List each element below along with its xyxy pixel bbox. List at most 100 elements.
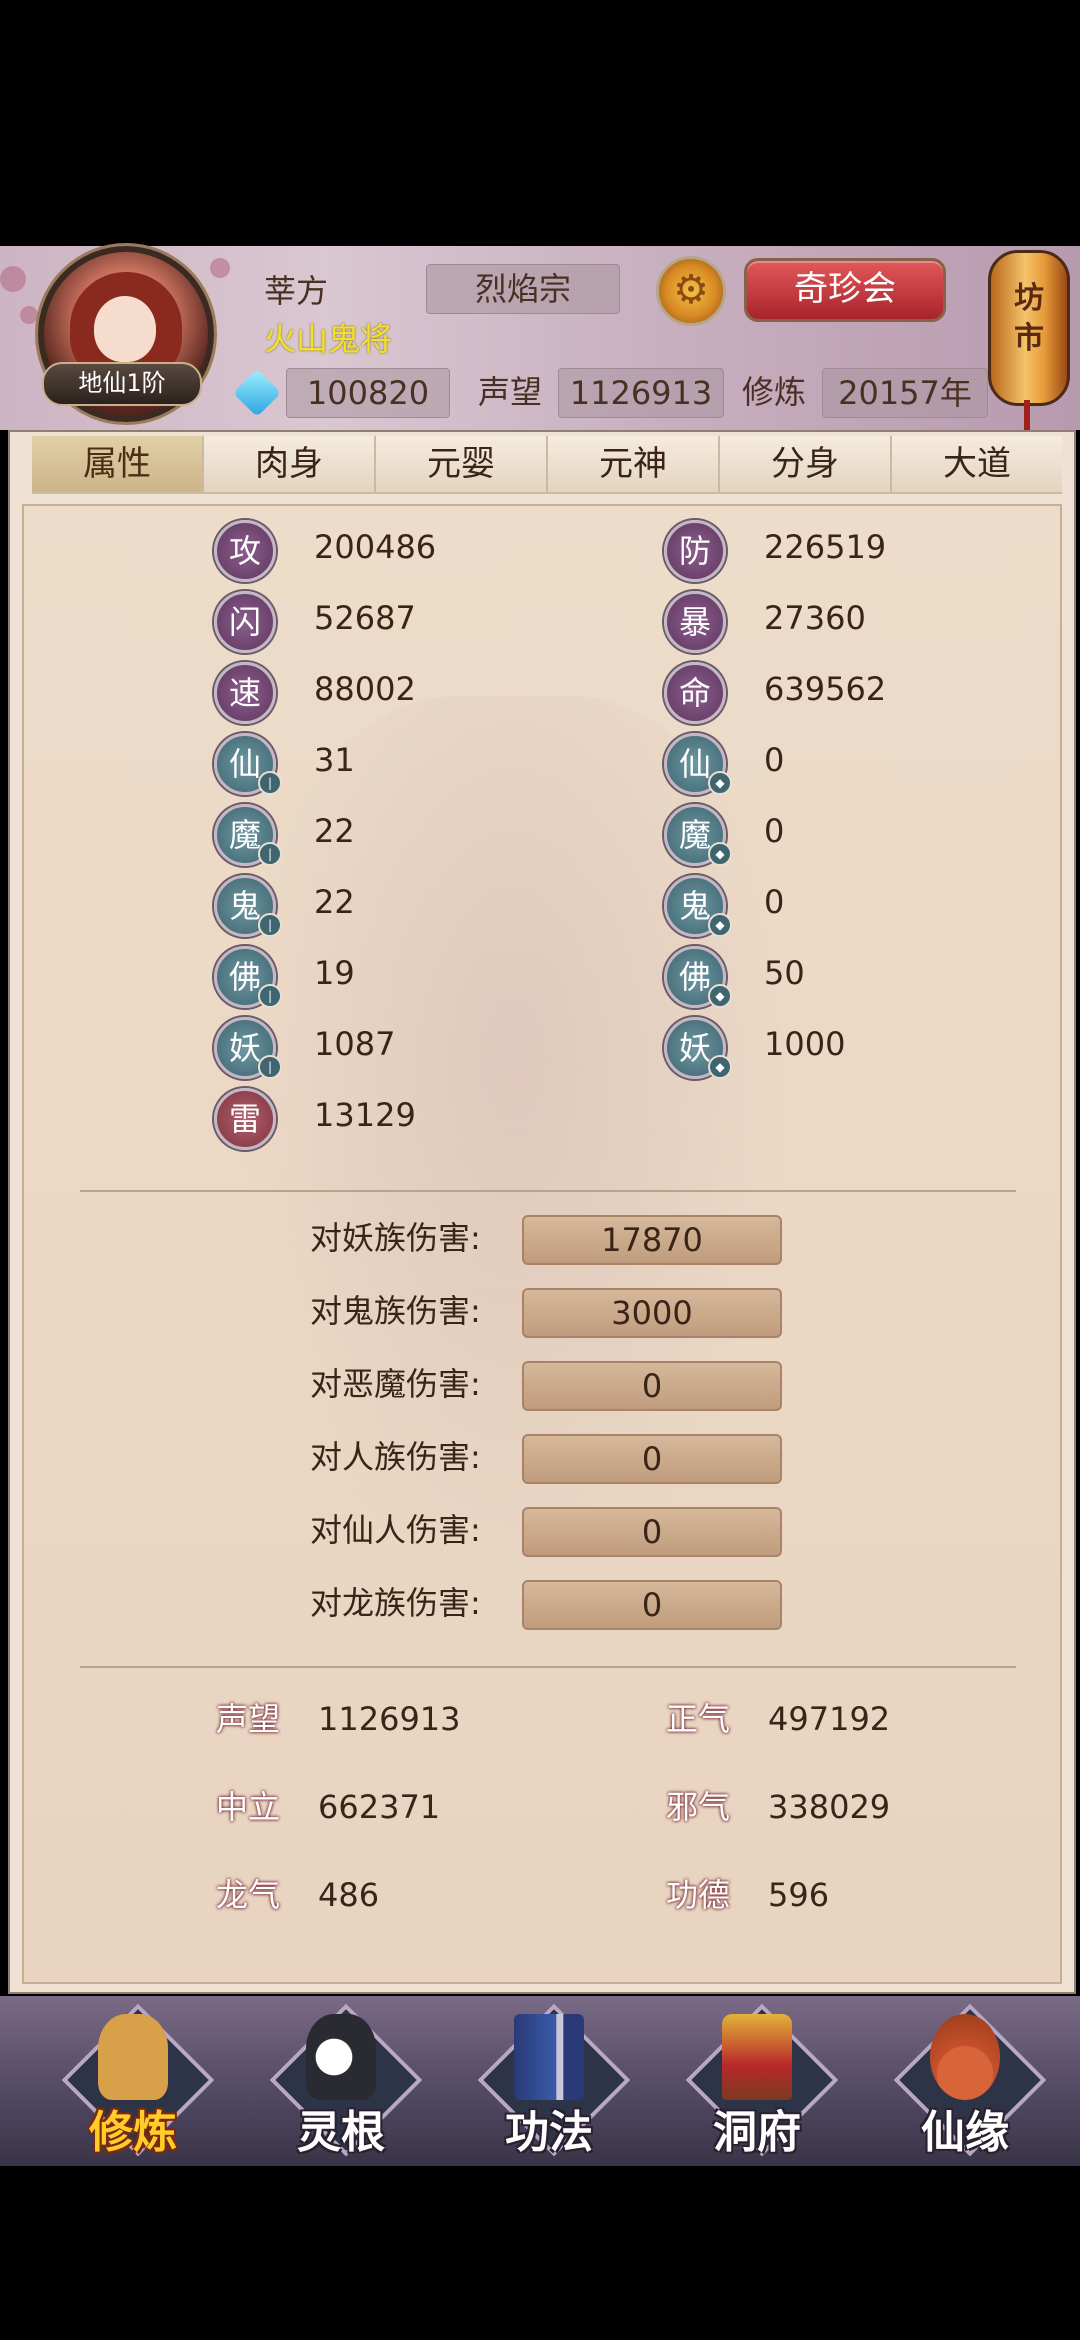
nav-cultivate[interactable]: 修炼	[58, 2003, 215, 2158]
cultivation-value: 20157年	[822, 368, 988, 418]
attack-mark-icon: |	[258, 842, 282, 866]
shield-icon: ◆	[708, 984, 732, 1008]
reputation-stat-label: 功德	[666, 1866, 736, 1924]
blossom-decoration	[210, 258, 230, 278]
damage-label: 对恶魔伤害:	[310, 1365, 481, 1403]
shield-icon: ◆	[708, 842, 732, 866]
attribute-value: 0	[764, 812, 785, 850]
damage-value: 0	[522, 1361, 782, 1411]
reputation-stat-label: 正气	[666, 1690, 736, 1748]
attribute-value: 1087	[314, 1025, 396, 1063]
attribute-badge: 防	[664, 520, 726, 582]
gourd-icon	[930, 2014, 1000, 2100]
attribute-badge: 雷	[214, 1088, 276, 1150]
attribute-value: 639562	[764, 670, 887, 708]
game-screen: 地仙1阶 莘方 火山鬼将 烈焰宗 ⚙ 奇珍会 坊市 100820 声望 1126…	[0, 246, 1080, 2166]
player-title: 火山鬼将	[264, 320, 393, 358]
tab-attributes[interactable]: 属性	[32, 436, 204, 494]
attribute-value: 200486	[314, 528, 437, 566]
attribute-badge: 闪	[214, 591, 276, 653]
nav-label: 仙缘	[921, 2107, 1009, 2158]
damage-value: 17870	[522, 1215, 782, 1265]
reputation-stat-value: 497192	[768, 1700, 891, 1738]
nav-technique[interactable]: 功法	[474, 2003, 631, 2158]
section-divider	[80, 1666, 1016, 1668]
damage-value: 0	[522, 1507, 782, 1557]
attribute-value: 0	[764, 883, 785, 921]
attribute-value: 50	[764, 954, 805, 992]
attack-mark-icon: |	[258, 913, 282, 937]
attribute-value: 88002	[314, 670, 416, 708]
attribute-panel: 属性 肉身 元婴 元神 分身 大道 攻 200486 闪 52687 速 880…	[8, 430, 1076, 1994]
reputation-value: 1126913	[558, 368, 724, 418]
attack-mark-icon: |	[258, 1055, 282, 1079]
treasure-auction-button[interactable]: 奇珍会	[744, 258, 946, 322]
shield-icon: ◆	[708, 913, 732, 937]
tab-body[interactable]: 肉身	[204, 436, 376, 494]
attribute-badge: 命	[664, 662, 726, 724]
reputation-stat-value: 486	[318, 1876, 380, 1914]
damage-label: 对龙族伤害:	[310, 1584, 481, 1622]
damage-label: 对妖族伤害:	[310, 1219, 481, 1257]
rank-badge: 地仙1阶	[42, 362, 202, 406]
nav-label: 洞府	[713, 2107, 801, 2158]
bottom-navigation: 修炼 灵根 功法 洞府 仙缘	[0, 1996, 1080, 2166]
nav-label: 功法	[505, 2107, 593, 2158]
tab-spirit[interactable]: 元神	[548, 436, 720, 494]
tab-bar: 属性 肉身 元婴 元神 分身 大道	[32, 436, 1062, 494]
player-name: 莘方	[264, 272, 329, 310]
shield-icon: ◆	[708, 771, 732, 795]
cultivation-label: 修炼	[742, 373, 807, 411]
damage-value: 3000	[522, 1288, 782, 1338]
reputation-stat-label: 邪气	[666, 1778, 736, 1836]
gem-count: 100820	[286, 368, 450, 418]
nav-spirit-root[interactable]: 灵根	[266, 2003, 423, 2158]
reputation-stat-value: 662371	[318, 1788, 441, 1826]
attribute-value: 226519	[764, 528, 887, 566]
tab-nascent-soul[interactable]: 元婴	[376, 436, 548, 494]
attribute-value: 22	[314, 883, 355, 921]
attribute-value: 31	[314, 741, 355, 779]
pagoda-icon	[722, 2014, 792, 2100]
attack-mark-icon: |	[258, 771, 282, 795]
attribute-content: 攻 200486 闪 52687 速 88002 仙 | 31 魔 | 22 鬼…	[22, 504, 1062, 1984]
attribute-value: 0	[764, 741, 785, 779]
damage-label: 对仙人伤害:	[310, 1511, 481, 1549]
reputation-stat-label: 龙气	[216, 1866, 286, 1924]
attribute-value: 22	[314, 812, 355, 850]
damage-value: 0	[522, 1434, 782, 1484]
shield-icon: ◆	[708, 1055, 732, 1079]
nav-fate[interactable]: 仙缘	[890, 2003, 1047, 2158]
nav-label: 灵根	[297, 2107, 385, 2158]
damage-label: 对鬼族伤害:	[310, 1292, 481, 1330]
reputation-stat-value: 1126913	[318, 1700, 461, 1738]
blossom-decoration	[0, 266, 26, 292]
sect-name: 烈焰宗	[426, 264, 620, 314]
attack-mark-icon: |	[258, 984, 282, 1008]
blossom-decoration	[20, 306, 38, 324]
damage-label: 对人族伤害:	[310, 1438, 481, 1476]
attribute-value: 1000	[764, 1025, 846, 1063]
attribute-badge: 速	[214, 662, 276, 724]
attribute-value: 27360	[764, 599, 866, 637]
yin-yang-sword-icon	[306, 2014, 376, 2100]
attribute-badge: 攻	[214, 520, 276, 582]
attribute-value: 19	[314, 954, 355, 992]
nav-label: 修炼	[89, 2107, 177, 2158]
reputation-stat-value: 338029	[768, 1788, 891, 1826]
monk-icon	[98, 2014, 168, 2100]
lantern-tassel	[1024, 400, 1030, 430]
market-lantern-button[interactable]: 坊市	[988, 250, 1070, 406]
settings-gear-icon[interactable]: ⚙	[656, 256, 726, 326]
damage-value: 0	[522, 1580, 782, 1630]
tab-dao[interactable]: 大道	[892, 436, 1062, 494]
nav-cave-residence[interactable]: 洞府	[682, 2003, 839, 2158]
reputation-stat-label: 声望	[216, 1690, 286, 1748]
market-label: 坊市	[1014, 281, 1044, 356]
attribute-badge: 暴	[664, 591, 726, 653]
gem-icon	[232, 368, 282, 418]
section-divider	[80, 1190, 1016, 1192]
attribute-value: 52687	[314, 599, 416, 637]
tab-clone[interactable]: 分身	[720, 436, 892, 494]
reputation-label: 声望	[478, 373, 543, 411]
